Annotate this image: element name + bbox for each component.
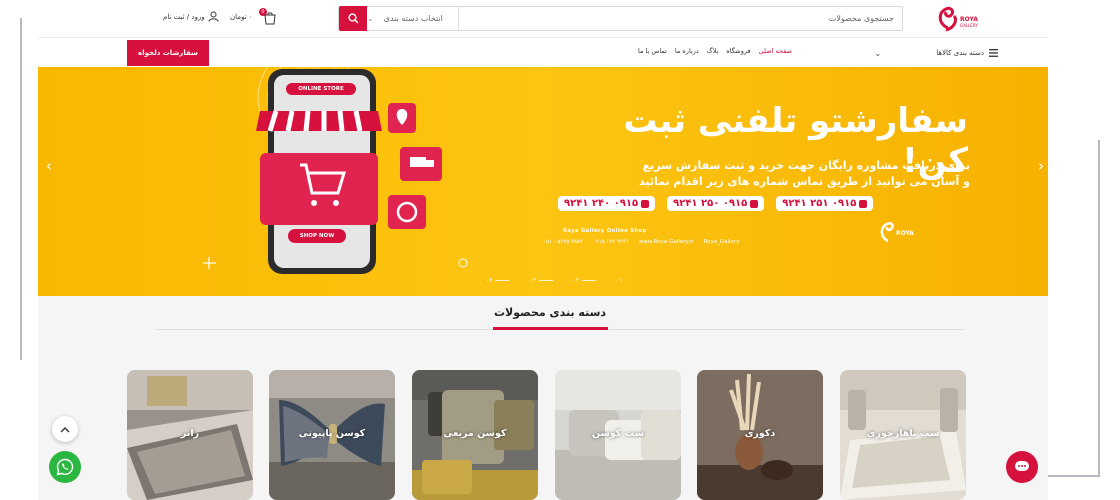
chevron-down-icon: ⌄ — [367, 14, 374, 23]
search-icon — [347, 13, 358, 24]
banner-shop-label: Roya Gallery Online Shop — [563, 228, 647, 234]
contact-website: www.Roya-Gallery.ir — [638, 239, 694, 245]
chat-button[interactable] — [1006, 451, 1038, 483]
phone-number: ۰۹۱۵ ۲۴۰ ۹۲۴۱ — [558, 196, 656, 211]
phone-icon — [859, 199, 868, 208]
svg-text:ROYA: ROYA — [896, 230, 914, 237]
search-button[interactable] — [339, 6, 367, 31]
chevron-up-icon — [60, 426, 70, 432]
whatsapp-icon — [56, 458, 74, 476]
phone-icon — [641, 199, 650, 208]
banner-subtitle: و آسان می توانید از طریق تماس شماره های … — [638, 175, 970, 188]
banner-contacts: ۰۵۱ - ۵۷۲۵ ۹۹۸۷ ۰۹۱۵ ۱۷۷ ۹۲۴۱ www.Roya-G… — [543, 239, 739, 245]
all-categories-menu[interactable]: دسته بندی کالاها ⌄ — [868, 40, 998, 66]
svg-text:GALLERY: GALLERY — [960, 23, 978, 28]
chevron-down-icon: ⌄ — [874, 48, 882, 58]
category-label: دکوری — [744, 428, 776, 439]
banner-logo: ROYA — [878, 219, 918, 245]
cart-price[interactable]: ۰ تومان — [230, 13, 253, 21]
search-bar: انتخاب دسته بندی ⌄ — [338, 6, 903, 31]
login-label: ورود / ثبت نام — [163, 12, 205, 21]
page: ROYA GALLERY انتخاب دسته بندی ⌄ 0 — [0, 0, 1120, 500]
custom-order-button[interactable]: سفارشات دلخواه — [127, 40, 209, 66]
contact-mobile: ۰۹۱۵ ۱۷۷ ۹۲۴۱ — [592, 239, 629, 245]
login-link[interactable]: ورود / ثبت نام — [163, 11, 219, 22]
contact-landline: ۰۵۱ - ۵۷۲۵ ۹۹۸۷ — [543, 239, 583, 245]
whatsapp-button[interactable] — [49, 451, 81, 483]
category-label: کوسن پاپیونی — [298, 428, 366, 439]
category-card-cushion-set[interactable]: ست کوسن — [555, 370, 681, 500]
nav-link-blog[interactable]: بلاگ — [707, 47, 719, 55]
svg-text:ROYA: ROYA — [960, 16, 978, 23]
phone-number: ۰۹۱۵ ۲۵۰ ۹۲۴۱ — [667, 196, 765, 211]
category-select-label: انتخاب دسته بندی — [383, 14, 443, 23]
slider-next-arrow[interactable]: › — [1034, 153, 1048, 177]
edge-line — [20, 18, 22, 360]
nav-link-home[interactable]: صفحه اصلی — [759, 47, 792, 55]
category-label: کوسن مربعی — [443, 428, 507, 439]
category-label: رانر — [180, 428, 200, 439]
category-card-bow-cushion[interactable]: کوسن پاپیونی — [269, 370, 395, 500]
contact-instagram: Roya_Gallery — [703, 239, 740, 245]
category-card-square-cushion[interactable]: کوسن مربعی — [412, 370, 538, 500]
category-card-runner[interactable]: رانر — [127, 370, 253, 500]
category-select[interactable]: انتخاب دسته بندی ⌄ — [367, 7, 459, 30]
user-icon — [208, 11, 219, 22]
category-card-decor[interactable]: دکوری — [697, 370, 823, 500]
phone-number: ۰۹۱۵ ۲۵۱ ۹۲۴۱ — [776, 196, 874, 211]
hero-banner[interactable]: ONLINE STORE SHOP NOW ‹ › سفارشتو تلفنی … — [38, 67, 1048, 296]
scroll-to-top-button[interactable] — [52, 416, 78, 442]
phone-icon — [750, 199, 759, 208]
section-title: دسته بندی محصولات — [493, 306, 607, 319]
nav-link-about[interactable]: درباره ما — [675, 47, 699, 55]
online-store-label: ONLINE STORE — [298, 86, 344, 92]
edge-line — [1098, 140, 1100, 475]
all-categories-label: دسته بندی کالاها — [936, 49, 984, 57]
title-underline — [493, 327, 608, 330]
banner-subtitle: برای دریافت مشاوره رایگان جهت خرید و ثبت… — [642, 159, 970, 172]
category-label: ست ناهارخوری — [866, 428, 940, 439]
shop-now-label: SHOP NOW — [299, 233, 335, 239]
category-label: ست کوسن — [591, 428, 645, 439]
nav-link-contact[interactable]: تماس با ما — [638, 47, 667, 55]
chat-icon — [1015, 461, 1029, 471]
search-input[interactable] — [474, 7, 894, 30]
nav-link-shop[interactable]: فروشگاه — [726, 47, 750, 55]
category-card-dining-set[interactable]: ست ناهارخوری — [840, 370, 966, 500]
slide-indicator[interactable]: ۰۱ — [616, 277, 622, 284]
slider-pagination: ۰۴ ۰۳ ۰۲ ۰۱ — [486, 277, 623, 284]
slide-indicator[interactable]: ۰۳ — [529, 277, 553, 284]
banner-phone-list: ۰۹۱۵ ۲۵۱ ۹۲۴۱ ۰۹۱۵ ۲۵۰ ۹۲۴۱ ۰۹۱۵ ۲۴۰ ۹۲۴… — [558, 196, 970, 211]
site-header: ROYA GALLERY انتخاب دسته بندی ⌄ 0 — [38, 0, 1048, 38]
slide-indicator[interactable]: ۰۴ — [486, 277, 510, 284]
cart-icon[interactable] — [263, 10, 277, 25]
site-logo[interactable]: ROYA GALLERY — [934, 4, 986, 34]
slide-indicator[interactable]: ۰۲ — [573, 277, 597, 284]
slider-prev-arrow[interactable]: ‹ — [42, 153, 56, 177]
hamburger-icon — [989, 49, 998, 57]
menu-links: صفحه اصلی فروشگاه بلاگ درباره ما تماس با… — [638, 47, 792, 55]
